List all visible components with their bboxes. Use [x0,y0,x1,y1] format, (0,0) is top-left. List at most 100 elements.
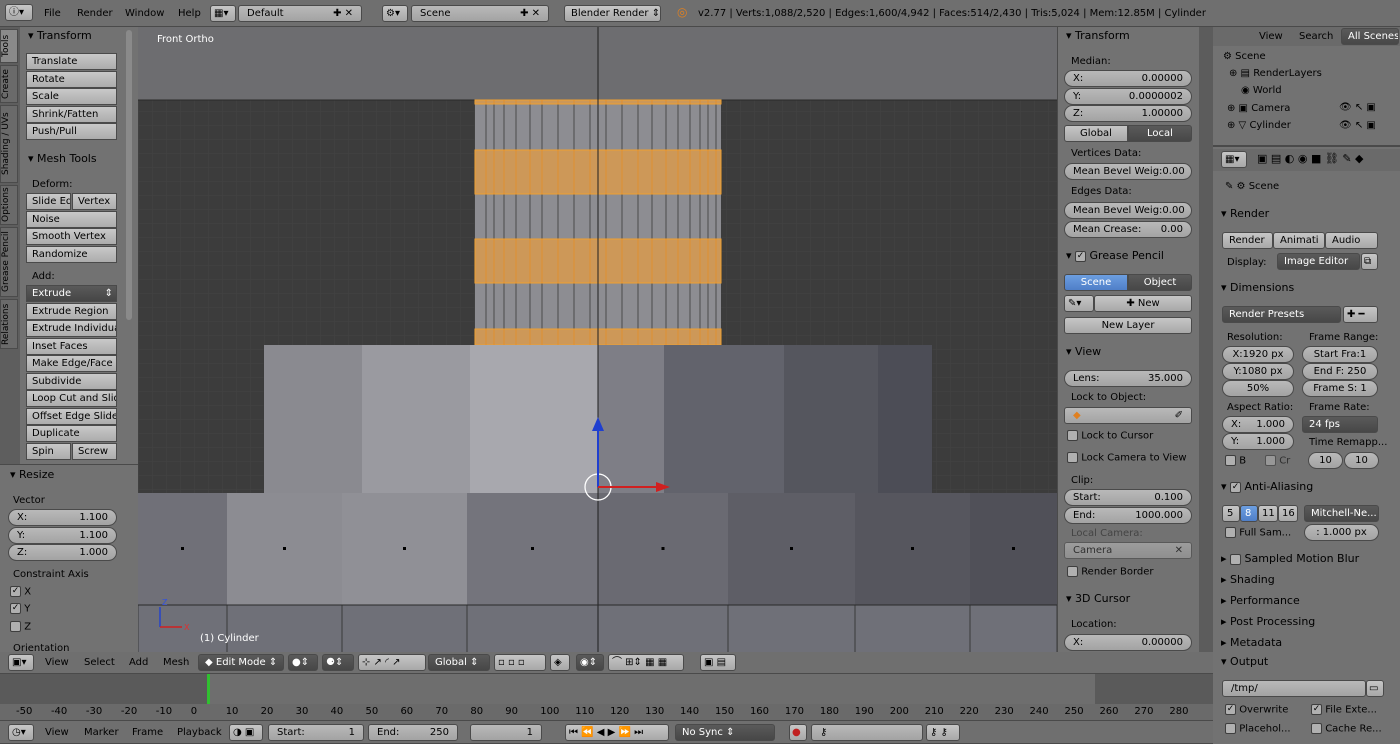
dimensions-title[interactable]: ▾ Dimensions [1221,281,1294,294]
aa-5-button[interactable]: 5 [1222,505,1240,522]
start-frame-field[interactable]: Start: 1 [268,724,364,741]
outliner-view-menu[interactable]: View [1259,31,1283,42]
screw-button[interactable]: Screw [72,443,117,460]
res-percent-field[interactable]: 50% [1222,380,1294,397]
occlude-icon[interactable]: ◈ [550,654,570,671]
layout-field[interactable]: Default ✚ ✕ [238,5,362,22]
new-layer-button[interactable]: New Layer [1064,317,1192,334]
menu-file[interactable]: File [44,8,61,19]
menu-window[interactable]: Window [125,8,164,19]
editor-type-icon[interactable]: ▦▾ [1221,151,1247,168]
pivot-dropdown[interactable]: ⚈⇕ [322,654,354,671]
mode-dropdown[interactable]: ◆ Edit Mode ⇕ [198,654,284,671]
render-section-title[interactable]: ▾ Render [1221,207,1269,220]
duplicate-button[interactable]: Duplicate [26,425,117,442]
editor-type-icon[interactable]: ▣▾ [8,654,34,671]
slide-edge-button[interactable]: Slide Ed [26,193,71,210]
res-y-field[interactable]: Y:1080 px [1222,363,1294,380]
lens-field[interactable]: Lens: 35.000 [1064,370,1192,387]
record-icon[interactable]: ● [789,724,807,741]
outliner-item-camera[interactable]: ⊕ ▣ Camera [1227,103,1290,114]
filter-size-field[interactable]: : 1.000 px [1304,524,1379,541]
shading-dropdown[interactable]: ●⇕ [288,654,318,671]
constraint-y-checkbox[interactable]: Y [10,603,30,615]
global-button[interactable]: Global [1064,125,1128,142]
outliner-item-scene[interactable]: ⚙ Scene [1223,51,1266,62]
select-menu[interactable]: Select [84,657,115,668]
display-dropdown[interactable]: Image Editor [1277,253,1360,270]
gp-scene-button[interactable]: Scene [1064,274,1128,291]
aspect-x-field[interactable]: X: 1.000 [1222,416,1294,433]
tab-shading-uvs[interactable]: Shading / UVs [0,105,18,183]
border-checkbox[interactable]: B [1225,455,1246,467]
scene-field[interactable]: Scene ✚ ✕ [411,5,549,22]
cursor-x-field[interactable]: X: 0.00000 [1064,634,1192,651]
frame-end-field[interactable]: End F: 250 [1302,363,1378,380]
extrude-individual-button[interactable]: Extrude Individual [26,320,117,337]
translate-button[interactable]: Translate [26,53,117,70]
extrude-region-button[interactable]: Extrude Region [26,303,117,320]
preview-range-icon[interactable]: ◑ ▣ [229,724,263,741]
manipulator-icons[interactable]: ⊹ ↗ ◜ ↗ [358,654,426,671]
add-close-icon[interactable]: ✚ ✕ [520,6,540,21]
playback-controls[interactable]: ⏮ ⏪ ◀ ▶ ⏩ ⏭ [565,724,669,741]
lock-cursor-checkbox[interactable]: Lock to Cursor [1067,430,1153,442]
preset-add-remove[interactable]: ✚ ━ [1343,306,1378,323]
render-button[interactable]: Render [1222,232,1273,249]
orientation-dropdown[interactable]: Global ⇕ [428,654,490,671]
end-frame-field[interactable]: End: 250 [368,724,458,741]
tl-playback-menu[interactable]: Playback [177,727,222,738]
tab-tools[interactable]: Tools [0,29,18,63]
median-z-field[interactable]: Z: 1.00000 [1064,105,1192,122]
view-section-title[interactable]: ▾ View [1066,345,1101,358]
local-button[interactable]: Local [1128,125,1192,142]
randomize-button[interactable]: Randomize [26,246,117,263]
output-section-title[interactable]: ▾ Output [1221,655,1268,668]
scene-icon[interactable]: ⚙▾ [382,5,408,22]
sync-dropdown[interactable]: No Sync ⇕ [675,724,775,741]
median-y-field[interactable]: Y: 0.0000002 [1064,88,1192,105]
clip-end-field[interactable]: End: 1000.000 [1064,507,1192,524]
scale-button[interactable]: Scale [26,88,117,105]
time-remap-new[interactable]: 10 [1344,452,1379,469]
performance-title[interactable]: ▸ Performance [1221,594,1300,607]
editor-type-icon[interactable]: ◷▾ [8,724,34,741]
fps-dropdown[interactable]: 24 fps [1302,416,1378,433]
resize-y-field[interactable]: Y: 1.100 [8,527,117,544]
pencil-icon[interactable]: ✎▾ [1064,295,1094,312]
post-processing-title[interactable]: ▸ Post Processing [1221,615,1315,628]
render-engine-dropdown[interactable]: Blender Render ⇕ [564,5,661,22]
tab-grease-pencil[interactable]: Grease Pencil [0,227,18,297]
vertex-bevel-weight-field[interactable]: Mean Bevel Weig: 0.00 [1064,163,1192,180]
shrink-fatten-button[interactable]: Shrink/Fatten [26,106,117,123]
push-pull-button[interactable]: Push/Pull [26,123,117,140]
timeline[interactable]: -50 -40 -30 -20 -10 0 10 20 30 40 50 60 70 80 90 100 110… [0,674,1213,720]
cache-result-checkbox[interactable]: Cache Re... [1311,723,1382,735]
outliner-item-world[interactable]: ◉ World [1241,85,1282,96]
mesh-menu[interactable]: Mesh [163,657,189,668]
lock-camera-checkbox[interactable]: Lock Camera to View [1067,452,1187,464]
vertex-button[interactable]: Vertex [72,193,117,210]
shading-title[interactable]: ▸ Shading [1221,573,1275,586]
gp-object-button[interactable]: Object [1128,274,1192,291]
loop-cut-button[interactable]: Loop Cut and Slide [26,390,117,407]
inset-faces-button[interactable]: Inset Faces [26,338,117,355]
spin-button[interactable]: Spin [26,443,71,460]
gp-new-button[interactable]: ✚ New [1094,295,1192,312]
aa-16-button[interactable]: 16 [1278,505,1298,522]
median-x-field[interactable]: X: 0.00000 [1064,70,1192,87]
clip-start-field[interactable]: Start: 0.100 [1064,489,1192,506]
make-edge-face-button[interactable]: Make Edge/Face [26,355,117,372]
file-extensions-checkbox[interactable]: File Exte... [1311,704,1377,716]
tab-relations[interactable]: Relations [0,299,18,349]
placeholders-checkbox[interactable]: Placehol... [1225,723,1291,735]
tl-marker-menu[interactable]: Marker [84,727,119,738]
filter-dropdown[interactable]: Mitchell-Ne... [1304,505,1379,522]
layout-icon[interactable]: ▦▾ [210,5,236,22]
visibility-icon[interactable]: 👁 ↖ ▣ [1339,120,1376,131]
viewport[interactable]: Front Ortho (1) Cylinder Z X [138,27,1057,652]
output-path-field[interactable]: /tmp/ [1222,680,1366,697]
separator[interactable] [1199,27,1213,652]
outliner-item-cylinder[interactable]: ⊕ ▽ Cylinder [1227,120,1291,131]
transform-title[interactable]: ▾ Transform [1066,29,1130,42]
